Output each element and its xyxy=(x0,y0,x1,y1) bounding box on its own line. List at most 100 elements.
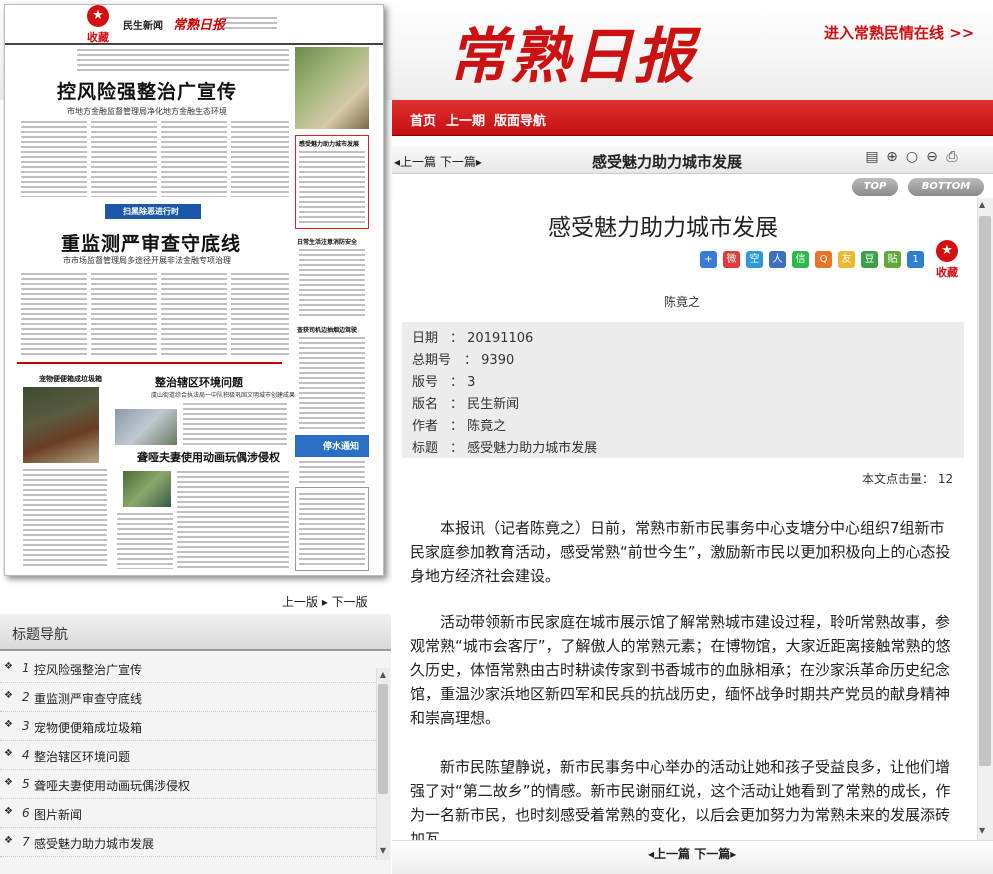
title-list-item[interactable]: ❖ 7 感受魅力助力城市发展 xyxy=(0,828,376,857)
share-renren-icon[interactable]: 人 xyxy=(769,251,786,268)
paper-divider xyxy=(17,362,282,364)
nav-home-link[interactable]: 首页 xyxy=(410,110,436,129)
paper-banner-text: 扫黑除恶进行时 xyxy=(123,207,179,216)
article-prev-next-top[interactable]: ◂上一篇 下一篇▸ xyxy=(394,153,482,170)
paper-text-col xyxy=(299,337,365,429)
print-icon[interactable]: ⎙ xyxy=(944,149,960,165)
paper-zhengzhi-title[interactable]: 整治辖区环境问题 xyxy=(155,374,243,390)
diamond-bullet-icon: ❖ xyxy=(4,806,13,817)
nav-page-nav-link[interactable]: 版面导航 xyxy=(494,110,546,129)
collect-label: 收藏 xyxy=(87,31,109,44)
star-icon: ★ xyxy=(936,240,958,262)
paper-text-col xyxy=(23,469,107,569)
article-paragraph: 新市民陈望静说，新市民事务中心举办的活动让她和孩子受益良多，让他们增强了对“第二… xyxy=(410,758,951,840)
share-tieba-icon[interactable]: 贴 xyxy=(884,251,901,268)
paper-pet-title[interactable]: 宠物便便箱成垃圾箱 xyxy=(39,374,102,384)
paper-subhead-1: 市地方金融监督管理局净化地方金融生态环境 xyxy=(67,107,227,116)
paper-photo-top[interactable] xyxy=(295,47,369,129)
nav-prev-issue-link[interactable]: 上一期 xyxy=(446,110,485,129)
scroll-up-arrow-icon[interactable]: ▲ xyxy=(979,200,985,209)
share-weibo-icon[interactable]: 微 xyxy=(723,251,740,268)
zoom-out-icon[interactable]: ⊖ xyxy=(924,149,940,165)
paper-photo-mid[interactable] xyxy=(115,409,177,445)
meta-title: 标题： 感受魅力助力城市发展 xyxy=(412,441,598,456)
paper-headline-1[interactable]: 控风险强整治广宣传 xyxy=(57,77,237,104)
title-list-item[interactable]: ❖ 6 图片新闻 xyxy=(0,799,376,828)
newspaper-page-image[interactable]: 民生新闻 常熟日报 控风险强整治广宣传 市地方金融监督管理局净化地方金融生态环境… xyxy=(4,4,384,576)
zoom-reset-icon[interactable]: ○ xyxy=(904,149,920,165)
title-list-item[interactable]: ❖ 2 重监测严审查守底线 xyxy=(0,683,376,712)
paper-masthead: 民生新闻 常熟日报 xyxy=(5,5,383,45)
title-item-number: 4 xyxy=(22,748,30,762)
share-douban-icon[interactable]: 豆 xyxy=(861,251,878,268)
paper-subhead-2: 市市场监督管理局多途径开展非法金融专项治理 xyxy=(63,256,231,265)
paper-text-col xyxy=(299,151,365,225)
collect-button-left[interactable]: ★ 收藏 xyxy=(83,5,113,45)
article-paragraph: 活动带领新市民家庭在城市展示馆了解常熟城市建设过程，聆听常熟故事，参观常熟“城市… xyxy=(410,613,951,727)
diamond-bullet-icon: ❖ xyxy=(4,777,13,788)
share-more-icon[interactable]: + xyxy=(700,251,717,268)
paper-text-col xyxy=(91,273,157,355)
page-prev-next[interactable]: 上一版 ▸ 下一版 xyxy=(282,593,368,610)
paper-brand: 常熟日报 xyxy=(173,18,226,33)
paper-text-col xyxy=(231,273,289,355)
title-list: ❖ 1 控风险强整治广宣传 ❖ 2 重监测严审查守底线 ❖ 3 宠物便便箱成垃圾… xyxy=(0,654,376,857)
collect-label: 收藏 xyxy=(936,266,958,279)
title-item-number: 5 xyxy=(22,777,30,791)
share-qzone-icon[interactable]: 空 xyxy=(746,251,763,268)
paper-text-col xyxy=(21,121,87,197)
paper-text-col xyxy=(91,121,157,197)
paper-column-title-2[interactable]: 查获司机边抽烟边驾驶 xyxy=(297,325,357,334)
paper-section-name: 民生新闻 xyxy=(123,21,163,32)
title-list-item[interactable]: ❖ 3 宠物便便箱成垃圾箱 xyxy=(0,712,376,741)
title-item-link[interactable]: 控风险强整治广宣传 xyxy=(34,661,142,678)
scroll-down-arrow-icon[interactable]: ▼ xyxy=(377,846,389,856)
share-count-icon[interactable]: 1 xyxy=(907,251,924,268)
title-item-link[interactable]: 聋哑夫妻使用动画玩偶涉侵权 xyxy=(34,777,190,794)
share-wechat-icon[interactable]: 信 xyxy=(792,251,809,268)
diamond-bullet-icon: ❖ xyxy=(4,719,13,730)
paper-stop-notice[interactable]: 停水通知 xyxy=(323,439,359,452)
scroll-down-arrow-icon[interactable]: ▼ xyxy=(979,826,985,835)
scroll-top-button[interactable]: TOP xyxy=(852,178,898,196)
title-nav-header: 标题导航 xyxy=(0,614,391,651)
diamond-bullet-icon: ❖ xyxy=(4,661,13,672)
paper-text-col xyxy=(117,513,173,569)
meta-date: 日期： 20191106 xyxy=(412,331,534,346)
title-item-number: 6 xyxy=(22,806,30,820)
scroll-bottom-button[interactable]: BOTTOM xyxy=(908,178,984,196)
title-list-item[interactable]: ❖ 1 控风险强整治广宣传 xyxy=(0,654,376,683)
paper-photo-kids[interactable] xyxy=(123,471,171,507)
article-content: 感受魅力助力城市发展 + 微 空 人 信 Q 友 豆 贴 1 ★ 收藏 陈竟之 … xyxy=(392,198,977,840)
meta-page-number: 版号： 3 xyxy=(412,375,476,390)
zoom-in-icon[interactable]: ⊕ xyxy=(884,149,900,165)
paper-headline-2[interactable]: 重监测严审查守底线 xyxy=(61,229,241,256)
document-icon[interactable]: ▤ xyxy=(864,149,880,165)
paper-text-col xyxy=(299,249,365,319)
title-list-item[interactable]: ❖ 4 整治辖区环境问题 xyxy=(0,741,376,770)
paper-photo-pet[interactable] xyxy=(23,387,99,463)
article-scroll-thumb[interactable] xyxy=(979,216,991,766)
share-qq-icon[interactable]: Q xyxy=(815,251,832,268)
article-prev-next-bottom[interactable]: ◂上一篇 下一篇▸ xyxy=(648,845,736,862)
meta-total-issue: 总期号： 9390 xyxy=(412,353,515,368)
paper-yaya-title[interactable]: 聋哑夫妻使用动画玩偶涉侵权 xyxy=(137,449,280,465)
star-icon: ★ xyxy=(87,5,109,27)
collect-button-right[interactable]: ★ 收藏 xyxy=(930,240,964,280)
site-logo[interactable]: 常熟日报 xyxy=(448,8,696,95)
paper-column-title-1[interactable]: 日常生活注意消防安全 xyxy=(297,237,357,246)
main-nav: 首页 上一期 版面导航 xyxy=(392,100,993,136)
minqing-online-link[interactable]: 进入常熟民情在线 >> xyxy=(824,22,974,43)
title-item-link[interactable]: 图片新闻 xyxy=(34,806,82,823)
paper-text-col xyxy=(299,461,365,483)
scroll-up-arrow-icon[interactable]: ▲ xyxy=(377,670,389,680)
title-item-link[interactable]: 宠物便便箱成垃圾箱 xyxy=(34,719,142,736)
article-author: 陈竟之 xyxy=(664,295,701,309)
title-item-link[interactable]: 重监测严审查守底线 xyxy=(34,690,142,707)
share-pengyou-icon[interactable]: 友 xyxy=(838,251,855,268)
title-item-link[interactable]: 整治辖区环境问题 xyxy=(34,748,130,765)
title-item-link[interactable]: 感受魅力助力城市发展 xyxy=(34,835,154,852)
title-list-item[interactable]: ❖ 5 聋哑夫妻使用动画玩偶涉侵权 xyxy=(0,770,376,799)
article-hit-count: 本文点击量： 12 xyxy=(862,472,954,486)
title-list-scroll-thumb[interactable] xyxy=(378,684,388,794)
